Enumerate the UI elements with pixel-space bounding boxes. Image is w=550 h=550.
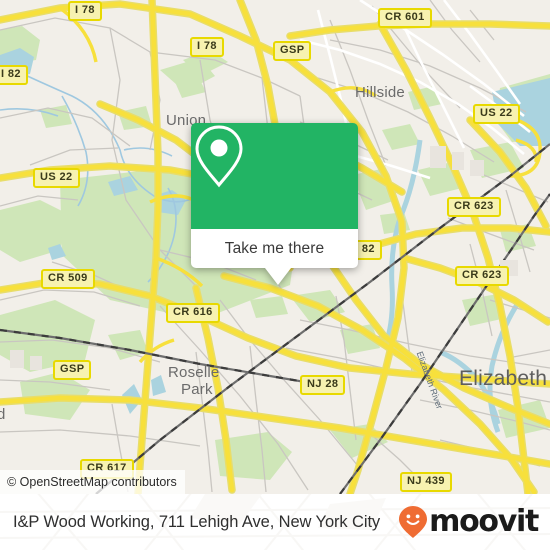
- take-me-there-button[interactable]: Take me there: [191, 229, 358, 268]
- location-address-text: I&P Wood Working, 711 Lehigh Ave, New Yo…: [13, 512, 381, 531]
- map-shield[interactable]: CR 509: [41, 269, 95, 289]
- map-shield[interactable]: CR 623: [455, 266, 509, 286]
- map-shield[interactable]: I 78: [190, 37, 224, 57]
- map-shield[interactable]: CR 616: [166, 303, 220, 323]
- map-location-popup[interactable]: Take me there: [191, 123, 358, 285]
- bottom-bar-row: I&P Wood Working, 711 Lehigh Ave, New Yo…: [0, 494, 550, 550]
- map-place-label: Park: [181, 381, 213, 398]
- moovit-wordmark: moovit: [429, 504, 539, 539]
- map-canvas[interactable]: Union Hillside Roselle Park Elizabeth d …: [0, 0, 550, 494]
- map-place-label: Hillside: [355, 84, 405, 101]
- bottom-info-bar: I&P Wood Working, 711 Lehigh Ave, New Yo…: [0, 494, 550, 550]
- take-me-there-label: Take me there: [224, 239, 325, 257]
- map-place-label: d: [0, 406, 6, 423]
- screenshot-root: Union Hillside Roselle Park Elizabeth d …: [0, 0, 550, 550]
- map-shield[interactable]: NJ 439: [400, 472, 452, 492]
- map-shield[interactable]: NJ 28: [300, 375, 346, 395]
- map-shield[interactable]: GSP: [273, 41, 312, 61]
- map-place-label: Elizabeth: [459, 367, 548, 390]
- map-shield[interactable]: CR 601: [378, 8, 432, 28]
- map-shield[interactable]: I 78: [68, 1, 102, 21]
- moovit-smiley-pin-icon: [399, 506, 428, 538]
- moovit-logo[interactable]: moovit: [398, 504, 539, 539]
- map-shield[interactable]: GSP: [53, 360, 92, 380]
- map-shield[interactable]: US 22: [33, 168, 80, 188]
- location-pin-icon: [195, 125, 243, 188]
- popup-green-header: [191, 123, 358, 229]
- map-shield[interactable]: I 82: [0, 65, 28, 85]
- osm-attribution[interactable]: © OpenStreetMap contributors: [0, 470, 185, 494]
- popup-pointer-tail: [191, 268, 358, 286]
- map-shield[interactable]: CR 623: [447, 197, 501, 217]
- map-shield[interactable]: US 22: [473, 104, 520, 124]
- map-place-label: Roselle: [168, 364, 220, 381]
